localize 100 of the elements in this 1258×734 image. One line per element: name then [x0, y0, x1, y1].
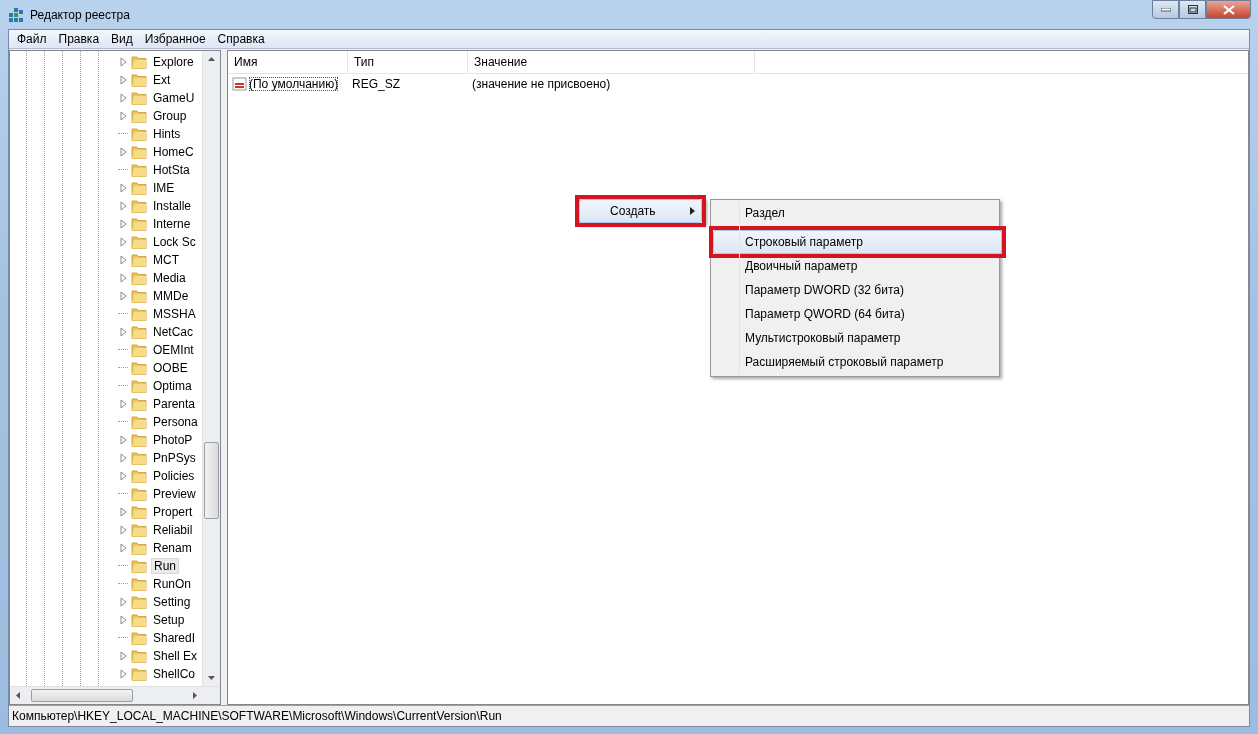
expand-arrow-icon[interactable]	[118, 237, 128, 247]
tree-item[interactable]: Optima	[151, 379, 194, 393]
vertical-scrollbar[interactable]	[202, 51, 220, 686]
menu-item[interactable]: Расширяемый строковый параметр	[713, 350, 997, 374]
folder-icon	[131, 505, 147, 519]
expand-arrow-icon[interactable]	[118, 147, 128, 157]
tree-item[interactable]: Shell Ex	[151, 649, 200, 663]
folder-icon	[131, 235, 147, 249]
expand-arrow-icon[interactable]	[118, 471, 128, 481]
folder-icon	[131, 289, 147, 303]
expand-arrow-icon[interactable]	[118, 453, 128, 463]
close-icon	[1222, 4, 1235, 15]
folder-icon	[131, 523, 147, 537]
tree-item[interactable]: HotSta	[151, 163, 192, 177]
expand-arrow-icon[interactable]	[118, 93, 128, 103]
menu-bar-item[interactable]: Справка	[211, 32, 271, 46]
tree-item[interactable]: PnPSys	[151, 451, 198, 465]
tree-item[interactable]: Preview	[151, 487, 198, 501]
registry-icon	[8, 6, 24, 23]
horizontal-scrollbar[interactable]	[10, 686, 220, 704]
menu-item[interactable]: Параметр QWORD (64 бита)	[713, 302, 997, 326]
folder-icon	[131, 145, 147, 159]
tree-item[interactable]: Reliabil	[151, 523, 195, 537]
tree-item[interactable]: Ext	[151, 73, 173, 87]
expand-arrow-icon[interactable]	[118, 111, 128, 121]
expand-arrow-icon[interactable]	[118, 399, 128, 409]
table-cell[interactable]: (По умолчанию)	[249, 77, 339, 91]
folder-icon	[131, 451, 147, 465]
tree-item[interactable]: OOBE	[151, 361, 190, 375]
folder-icon	[131, 55, 147, 69]
tree-item[interactable]: Propert	[151, 505, 195, 519]
tree-item[interactable]: RunOn	[151, 577, 194, 591]
tree-item[interactable]: MMDe	[151, 289, 191, 303]
tree-item[interactable]: MCT	[151, 253, 181, 267]
expand-arrow-icon[interactable]	[118, 669, 128, 679]
maximize-icon	[1187, 5, 1198, 14]
expand-arrow-icon[interactable]	[118, 327, 128, 337]
expand-arrow-icon[interactable]	[118, 435, 128, 445]
expand-arrow-icon[interactable]	[118, 201, 128, 211]
window-title: Редактор реестра	[30, 7, 130, 22]
tree-item[interactable]: Policies	[151, 469, 197, 483]
column-header[interactable]: Имя	[228, 51, 348, 73]
tree-item[interactable]: PhotoP	[151, 433, 195, 447]
tree-item[interactable]: Setting	[151, 595, 193, 609]
tree-item[interactable]: MSSHA	[151, 307, 198, 321]
expand-arrow-icon[interactable]	[118, 651, 128, 661]
tree-item[interactable]: Group	[151, 109, 189, 123]
column-header[interactable]: Значение	[468, 51, 755, 73]
tree-item[interactable]: ShellCo	[151, 667, 198, 681]
folder-icon	[131, 127, 147, 141]
expand-arrow-icon[interactable]	[118, 543, 128, 553]
tree-item[interactable]: Lock Sc	[151, 235, 198, 249]
expand-arrow-icon[interactable]	[118, 615, 128, 625]
tree-item[interactable]: HomeC	[151, 145, 196, 159]
tree-item[interactable]: SharedI	[151, 631, 198, 645]
folder-icon	[131, 541, 147, 555]
folder-icon	[131, 559, 147, 573]
expand-arrow-icon[interactable]	[118, 75, 128, 85]
folder-icon	[131, 361, 147, 375]
menu-item[interactable]: Двоичный параметр	[713, 254, 997, 278]
tree-item[interactable]: Parenta	[151, 397, 198, 411]
menu-item[interactable]: Мультистроковый параметр	[713, 326, 997, 350]
menu-item[interactable]: Строковый параметр	[713, 230, 1002, 254]
close-button[interactable]	[1206, 0, 1251, 19]
expand-arrow-icon[interactable]	[118, 273, 128, 283]
menu-bar-item[interactable]: Избранное	[138, 32, 212, 46]
tree-item[interactable]: GameU	[151, 91, 197, 105]
tree-item[interactable]: OEMInt	[151, 343, 196, 357]
tree-item[interactable]: Installe	[151, 199, 194, 213]
expand-arrow-icon[interactable]	[118, 255, 128, 265]
status-path: Компьютер\HKEY_LOCAL_MACHINE\SOFTWARE\Microsoft\Windows\CurrentVersion\Run	[12, 709, 502, 723]
scroll-thumb[interactable]	[204, 442, 219, 519]
scroll-thumb[interactable]	[31, 689, 133, 702]
expand-arrow-icon[interactable]	[118, 219, 128, 229]
folder-icon	[131, 379, 147, 393]
menu-item[interactable]: Параметр DWORD (32 бита)	[713, 278, 997, 302]
tree-item[interactable]: IME	[151, 181, 177, 195]
menu-bar-item[interactable]: Вид	[105, 32, 139, 46]
menu-bar-item[interactable]: Правка	[52, 32, 106, 46]
tree-item[interactable]: Media	[151, 271, 188, 285]
expand-arrow-icon[interactable]	[118, 57, 128, 67]
tree-item[interactable]: Persona	[151, 415, 200, 429]
tree-item[interactable]: Explore	[151, 55, 196, 69]
expand-arrow-icon[interactable]	[118, 507, 128, 517]
menu-item[interactable]: Создать	[579, 199, 702, 223]
expand-arrow-icon[interactable]	[118, 291, 128, 301]
tree-item[interactable]: Run	[151, 558, 179, 574]
tree-item[interactable]: Interne	[151, 217, 193, 231]
tree-item[interactable]: Hints	[151, 127, 183, 141]
expand-arrow-icon[interactable]	[118, 525, 128, 535]
menu-bar-item[interactable]: Файл	[11, 32, 53, 46]
expand-arrow-icon[interactable]	[118, 183, 128, 193]
tree-item[interactable]: NetCac	[151, 325, 195, 339]
maximize-button[interactable]	[1179, 0, 1206, 19]
string-value-icon	[232, 76, 248, 92]
tree-item[interactable]: Setup	[151, 613, 187, 627]
folder-icon	[131, 667, 147, 681]
expand-arrow-icon[interactable]	[118, 597, 128, 607]
tree-item[interactable]: Renam	[151, 541, 194, 555]
column-header[interactable]: Тип	[348, 51, 468, 73]
